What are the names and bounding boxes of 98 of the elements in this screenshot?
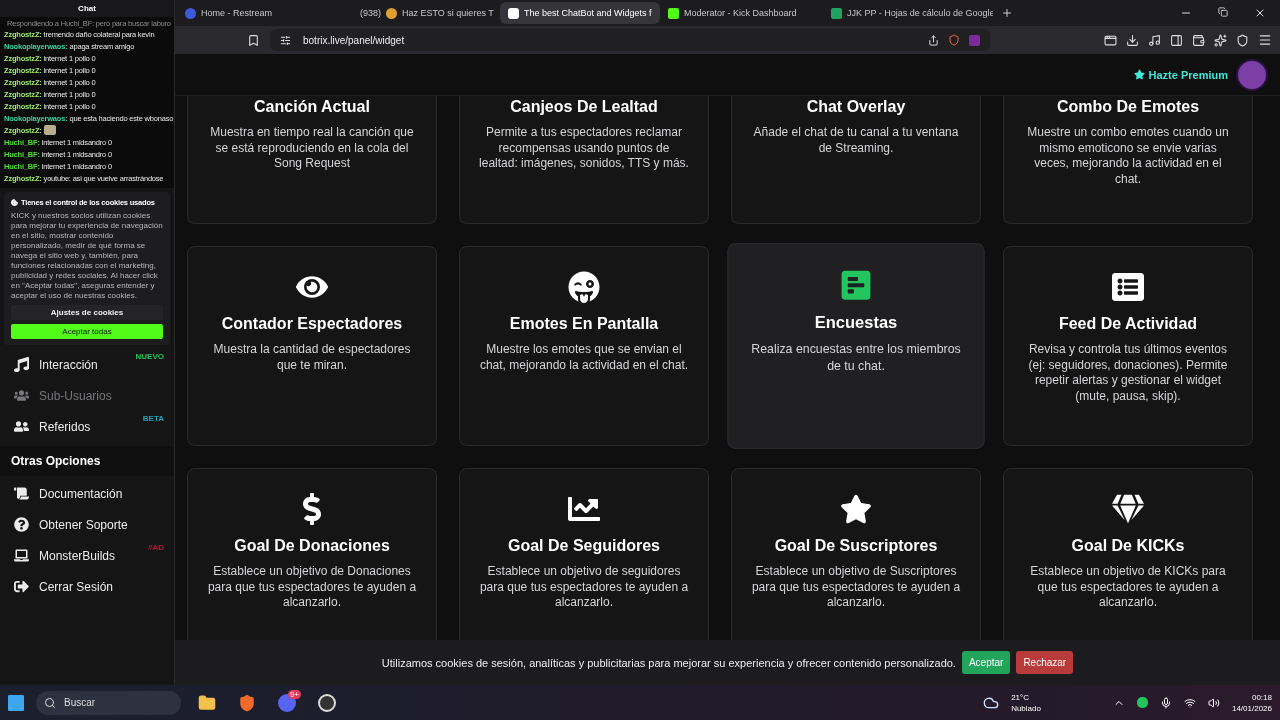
tag-label: NUEVO (135, 352, 164, 361)
widget-description: Revisa y controla tus últimos eventos (ej: seguidores, donaciones). Permite repetir alertas y gestionar el widget (mute, pausa, skip). (1027, 342, 1229, 404)
widget-description: Muestra la cantidad de espectadores que te miran. (212, 342, 412, 373)
notification-badge: 9+ (287, 689, 301, 699)
widget-description: Establece un objetivo de seguidores para que tus espectadores te ayuden a alcanzarlo. (478, 564, 690, 611)
share-icon (928, 34, 939, 46)
temperature: 21°C (1011, 691, 1029, 703)
widget-card[interactable]: Encuestas Realiza encuestas entre los miembros de tu chat. (727, 243, 985, 449)
widget-title: Goal De Suscriptores (774, 537, 938, 555)
window-icon (1104, 33, 1117, 47)
clock-date: 14/01/2026 (1231, 702, 1272, 714)
widget-description: Muestre los emotes que se envian el chat, mejorando la actividad en el chat. (478, 342, 690, 373)
widget-description: Realiza encuestas entre los miembros de tu chat. (750, 341, 962, 374)
download-icon (1126, 33, 1139, 47)
widget-title: Emotes En Pantalla (509, 315, 659, 333)
sidebar-item[interactable]: Cerrar Sesión (0, 571, 174, 602)
weather-text: Nublado (1011, 702, 1041, 714)
widget-card[interactable]: Contador Espectadores Muestra la cantidad de espectadores que te miran. (187, 246, 437, 446)
reject-button[interactable]: Rechazar (1016, 651, 1074, 674)
browser-tab[interactable]: Home - Restream (177, 2, 342, 24)
widget-card[interactable]: Goal De KICKs Establece un objetivo de KICKs para que tus espectadores te ayuden a alcanzarlo. (1003, 468, 1253, 640)
tag-label: #AD (148, 543, 164, 552)
cookie-banner-text: Utilizamos cookies de sesión, analíticas y publicitarias para mejorar su experiencia y ofrecer contenido personalizado. (381, 656, 956, 669)
sidebar-item[interactable]: Obtener Soporte (0, 509, 174, 540)
widget-title: Combo De Emotes (1056, 98, 1200, 116)
cookie-settings-button[interactable]: Ajustes de cookies (11, 305, 163, 320)
sidebar-section-title: Otras Opciones (0, 446, 174, 476)
tongue-face-icon (568, 271, 600, 303)
shield-icon (1236, 33, 1249, 47)
cookie-icon (11, 199, 18, 206)
bookmark-icon (247, 33, 260, 47)
tag-label: BETA (142, 414, 164, 423)
sidebar-icon (1170, 33, 1183, 47)
music-note-icon (14, 357, 29, 372)
diamond-icon (1112, 493, 1144, 525)
network-icon (1183, 696, 1196, 709)
widget-description: Añade el chat de tu canal a tu ventana de Streaming. (752, 125, 960, 156)
sidebar-item[interactable]: Referidos BETA (0, 411, 174, 442)
widget-title: Goal De KICKs (1071, 537, 1185, 555)
widget-title: Canjeos De Lealtad (510, 98, 658, 116)
widget-title: Feed De Actividad (1058, 315, 1198, 333)
address-field[interactable]: botrix.live/panel/widget (270, 29, 990, 51)
laptop-icon (14, 548, 29, 563)
widget-card[interactable]: Goal De Suscriptores Establece un objetivo de Suscriptores para que tus espectadores te ayuden a alcanzarlo. (731, 468, 981, 640)
menu-icon (1258, 33, 1272, 47)
star-icon (840, 493, 872, 525)
widget-title: Goal De Donaciones (234, 537, 390, 555)
mic-icon (1159, 696, 1172, 709)
widget-card[interactable]: Goal De Donaciones Establece un objetivo de Donaciones para que tus espectadores te ayuden a alcanzarlo. (187, 468, 437, 640)
widget-description: Establece un objetivo de KICKs para que tus espectadores te ayuden a alcanzarlo. (1029, 564, 1227, 611)
question-icon (14, 517, 29, 532)
widget-title: Contador Espectadores (221, 315, 403, 333)
user-pair-icon (14, 419, 29, 434)
clock-time: 00:18 (1251, 691, 1272, 703)
close-icon (1254, 7, 1266, 19)
cookie-dialog-text: KICK y nuestros socios utilizan cookies para mejorar tu experiencia de navegación en el sitio, mostrar contenido personalizado, medir de qué forma se navega el sitio web y, también, para funciones relacionadas con el marketing, publicidad y redes sociales. Al hacer click en "Aceptar todas", aseguras entender y aceptar el uso de nuestras cookies. (11, 211, 163, 301)
widget-title: Goal De Seguidores (507, 537, 660, 555)
widget-card[interactable]: Goal De Seguidores Establece un objetivo de seguidores para que tus espectadores te ayuden a alcanzarlo. (459, 468, 709, 640)
taskbar-search-field[interactable]: Buscar (36, 690, 181, 715)
widget-description: Permite a tus espectadores reclamar recompensas usando puntos de lealtad: imágenes, sonidos, TTS y más. (478, 125, 690, 172)
sparkle-icon (1214, 33, 1227, 47)
volume-icon (1207, 696, 1220, 709)
users-icon (14, 388, 29, 403)
shield-icon (948, 34, 960, 46)
widget-title: Chat Overlay (806, 98, 906, 116)
site-settings-icon (280, 34, 291, 46)
widget-description: Establece un objetivo de Suscriptores para que tus espectadores te ayuden a alcanzarlo. (750, 564, 962, 611)
widget-description: Establece un objetivo de Donaciones para que tus espectadores te ayuden a alcanzarlo. (206, 564, 418, 611)
logout-icon (14, 579, 29, 594)
new-tab-icon (1001, 7, 1013, 19)
premium-link[interactable]: Hazte Premium (1133, 68, 1228, 81)
browser-tab[interactable]: Moderator - Kick Dashboard (660, 2, 823, 24)
search-icon (44, 696, 56, 709)
widget-card[interactable]: Chat Overlay Añade el chat de tu canal a tu ventana de Streaming. (731, 96, 981, 224)
avatar-placeholder[interactable] (1236, 58, 1268, 91)
widget-title: Encuestas (814, 314, 898, 333)
circle-logo-icon (185, 7, 196, 19)
widget-card[interactable]: Combo De Emotes Muestre un combo emotes cuando un mismo emoticono se envie varias veces, mejorando la actividad en el chat. (1003, 96, 1253, 224)
star-icon (1133, 69, 1145, 80)
chat-title: Chat (0, 0, 174, 17)
widget-title: Canción Actual (254, 98, 370, 116)
scroll-icon (14, 486, 29, 501)
widget-card[interactable]: Emotes En Pantalla Muestre los emotes que se envian el chat, mejorando la actividad en el chat. (459, 246, 709, 446)
widget-card[interactable]: Canjeos De Lealtad Permite a tus espectadores reclamar recompensas usando puntos de lealtad: imágenes, sonidos, TTS y más. (459, 96, 709, 224)
sidebar-item[interactable]: Documentación (0, 478, 174, 509)
widget-card[interactable]: Feed De Actividad Revisa y controla tus últimos eventos (ej: seguidores, donaciones). Permite repetir alertas y gestionar el widget (mute, pausa, skip). (1003, 246, 1253, 446)
widget-card[interactable]: Canción Actual Muestra en tiempo real la canción que se está reproduciendo en la cola del Song Request (187, 96, 437, 224)
poll-icon (839, 268, 873, 302)
sidebar-item[interactable]: Interacción NUEVO (0, 349, 174, 380)
restore-icon (1218, 7, 1228, 17)
wallet-icon (1192, 33, 1205, 47)
browser-tab[interactable]: The best ChatBot and Widgets f (500, 2, 660, 24)
widget-description: Muestra en tiempo real la canción que se está reproduciendo en la cola del Song Request (209, 125, 415, 172)
sidebar-item[interactable]: MonsterBuilds #AD (0, 540, 174, 571)
music-icon (1148, 33, 1161, 47)
widget-description: Muestre un combo emotes cuando un mismo emoticono se envie varias veces, mejorando la actividad en el chat. (1026, 125, 1230, 187)
accept-all-button[interactable]: Aceptar todas (11, 324, 163, 339)
list-icon (1112, 271, 1144, 303)
